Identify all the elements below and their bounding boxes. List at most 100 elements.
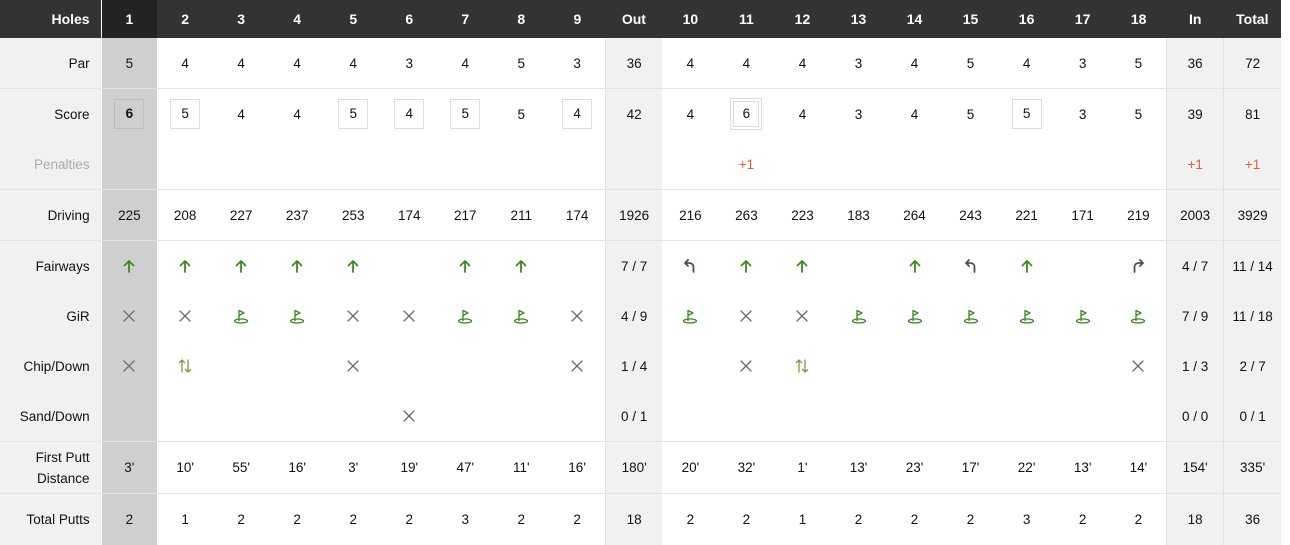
score-in: 39 [1167, 89, 1224, 140]
putt-dist-hole-4: 16' [269, 442, 325, 494]
hit-icon [120, 257, 138, 275]
hole-header-5[interactable]: 5 [325, 0, 381, 38]
hole-header-2[interactable]: 2 [157, 0, 213, 38]
header-row: Holes 123456789Out101112131415161718InTo… [0, 0, 1281, 38]
sand-hole-15 [943, 391, 999, 442]
par-hole-1: 5 [101, 38, 157, 89]
hole-header-14[interactable]: 14 [887, 0, 943, 38]
putt-dist-row: First PuttDistance3'10'55'16'3'19'47'11'… [0, 442, 1281, 494]
miss-icon [400, 307, 418, 325]
penalties-hole-5 [325, 139, 381, 190]
par-hole-16: 4 [999, 38, 1055, 89]
hit-icon [288, 257, 306, 275]
driving-row: Driving225208227237253174217211174192621… [0, 190, 1281, 241]
hole-header-8[interactable]: 8 [493, 0, 549, 38]
par-hole-14: 4 [887, 38, 943, 89]
chip-label: Chip/Down [0, 341, 101, 391]
hole-header-13[interactable]: 13 [830, 0, 886, 38]
penalties-label: Penalties [0, 139, 101, 190]
gir-hole-9 [549, 291, 605, 341]
putts-hole-18: 2 [1111, 494, 1167, 545]
fairways-out: 7 / 7 [605, 241, 662, 292]
hole-header-17[interactable]: 17 [1055, 0, 1111, 38]
penalties-hole-10 [662, 139, 718, 190]
penalties-row: Penalties+1+1+1 [0, 139, 1281, 190]
driving-hole-13: 183 [830, 190, 886, 241]
hole-header-18[interactable]: 18 [1111, 0, 1167, 38]
putt-dist-hole-12: 1' [774, 442, 830, 494]
sand-hole-6 [381, 391, 437, 442]
in-header[interactable]: In [1167, 0, 1224, 38]
fairways-hole-3 [213, 241, 269, 292]
out-header[interactable]: Out [605, 0, 662, 38]
flag-icon [1018, 307, 1036, 325]
penalties-in: +1 [1167, 139, 1224, 190]
sand-hole-14 [887, 391, 943, 442]
bogey-score-box: 5 [450, 99, 480, 129]
sand-hole-17 [1055, 391, 1111, 442]
putt-dist-hole-15: 17' [943, 442, 999, 494]
chip-hole-7 [437, 341, 493, 391]
putts-hole-10: 2 [662, 494, 718, 545]
hole-header-1[interactable]: 1 [101, 0, 157, 38]
hole-header-12[interactable]: 12 [774, 0, 830, 38]
driving-out: 1926 [605, 190, 662, 241]
hole-header-3[interactable]: 3 [213, 0, 269, 38]
score-hole-15: 5 [943, 89, 999, 140]
putt-dist-out: 180' [605, 442, 662, 494]
penalties-out [605, 139, 662, 190]
hit-icon [793, 257, 811, 275]
fairways-row: Fairways7 / 74 / 711 / 14 [0, 241, 1281, 292]
score-hole-10: 4 [662, 89, 718, 140]
chip-hole-8 [493, 341, 549, 391]
sand-row: Sand/Down0 / 10 / 00 / 1 [0, 391, 1281, 442]
penalties-hole-3 [213, 139, 269, 190]
bogey-score-box: 5 [338, 99, 368, 129]
score-hole-4: 4 [269, 89, 325, 140]
driving-hole-7: 217 [437, 190, 493, 241]
putts-total: 36 [1224, 494, 1281, 545]
par-label: Par [0, 38, 101, 89]
total-header[interactable]: Total [1224, 0, 1281, 38]
putts-out: 18 [605, 494, 662, 545]
penalties-hole-11: +1 [718, 139, 774, 190]
miss-icon [120, 307, 138, 325]
hit-icon [737, 257, 755, 275]
gir-label: GiR [0, 291, 101, 341]
hole-header-4[interactable]: 4 [269, 0, 325, 38]
bogey-score-box: 5 [170, 99, 200, 129]
driving-hole-5: 253 [325, 190, 381, 241]
driving-hole-12: 223 [774, 190, 830, 241]
hole-header-9[interactable]: 9 [549, 0, 605, 38]
hole-header-6[interactable]: 6 [381, 0, 437, 38]
score-value: 4 [293, 107, 301, 122]
penalties-hole-18 [1111, 139, 1167, 190]
score-value: 5 [967, 107, 975, 122]
score-total: 81 [1224, 89, 1281, 140]
putts-hole-12: 1 [774, 494, 830, 545]
penalties-hole-13 [830, 139, 886, 190]
sand-out: 0 / 1 [605, 391, 662, 442]
putt-dist-hole-8: 11' [493, 442, 549, 494]
par-hole-3: 4 [213, 38, 269, 89]
score-value: 5 [1135, 107, 1143, 122]
hole-header-15[interactable]: 15 [943, 0, 999, 38]
penalties-total: +1 [1224, 139, 1281, 190]
score-hole-9: 4 [549, 89, 605, 140]
gir-hole-3 [213, 291, 269, 341]
gir-hole-5 [325, 291, 381, 341]
putts-hole-4: 2 [269, 494, 325, 545]
driving-hole-14: 264 [887, 190, 943, 241]
score-row: Score654454554424643455353981 [0, 89, 1281, 140]
gir-hole-8 [493, 291, 549, 341]
hole-header-7[interactable]: 7 [437, 0, 493, 38]
hole-header-10[interactable]: 10 [662, 0, 718, 38]
flag-icon [288, 307, 306, 325]
score-hole-1: 6 [101, 89, 157, 140]
hole-header-16[interactable]: 16 [999, 0, 1055, 38]
putt-dist-hole-3: 55' [213, 442, 269, 494]
hole-header-11[interactable]: 11 [718, 0, 774, 38]
miss-icon [737, 307, 755, 325]
driving-total: 3929 [1224, 190, 1281, 241]
par-hole-8: 5 [493, 38, 549, 89]
